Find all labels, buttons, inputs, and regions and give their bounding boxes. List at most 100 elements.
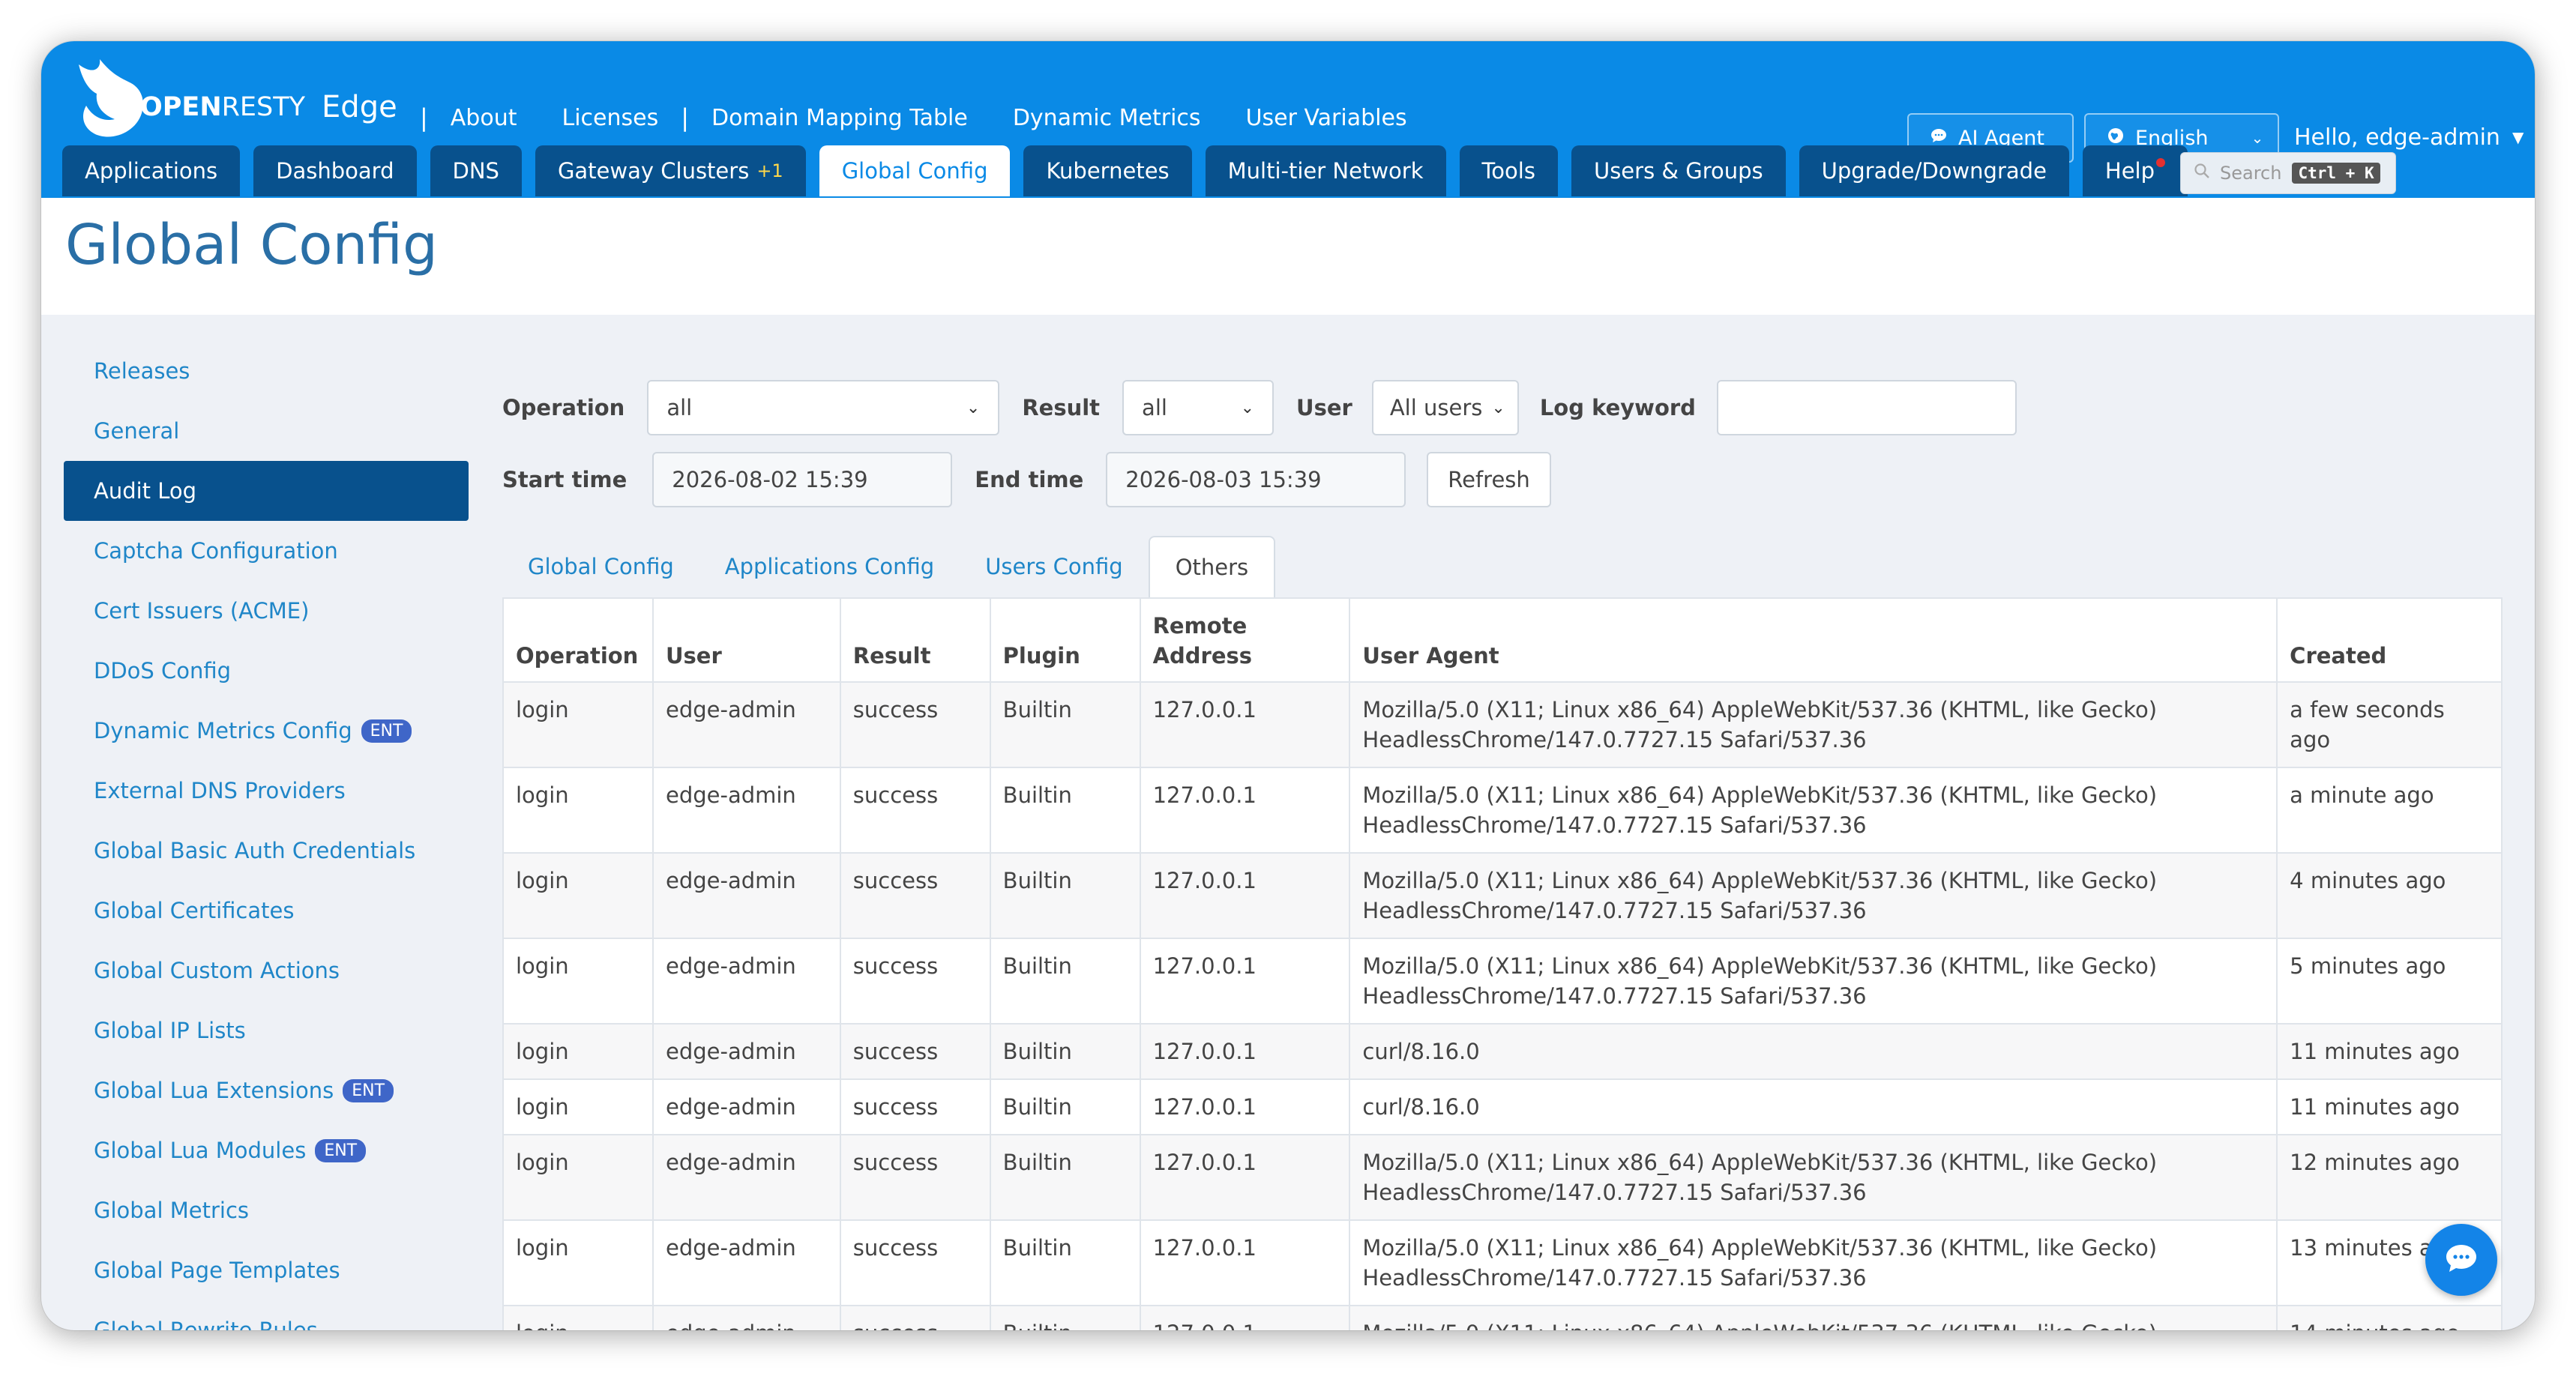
sidebar-item-label: Global Page Templates (94, 1258, 340, 1283)
tab-upgrade-downgrade[interactable]: Upgrade/Downgrade (1799, 145, 2069, 196)
cell-operation: login (502, 852, 654, 939)
search-box[interactable]: Search Ctrl + K (2180, 152, 2396, 194)
cell-remote-address: 127.0.0.1 (1139, 681, 1351, 768)
tab-label: Gateway Clusters (557, 158, 750, 184)
nav-licenses[interactable]: Licenses (562, 105, 658, 131)
tab-global-config[interactable]: Global Config (819, 145, 1011, 196)
tab-dns[interactable]: DNS (430, 145, 522, 196)
tab-gateway-clusters[interactable]: Gateway Clusters +1 (535, 145, 806, 196)
start-time-input[interactable]: 2026-08-02 15:39 (652, 452, 953, 507)
sidebar-item-dynamic-metrics-config[interactable]: Dynamic Metrics Config ENT (64, 701, 469, 761)
sidebar-item-label: Global Basic Auth Credentials (94, 838, 416, 863)
cell-created: 11 minutes ago (2276, 1023, 2503, 1080)
ent-badge: ENT (315, 1138, 367, 1162)
end-time-input[interactable]: 2026-08-03 15:39 (1106, 452, 1406, 507)
user-greeting: Hello, edge-admin (2294, 124, 2500, 151)
result-select[interactable]: all ⌄ (1122, 380, 1275, 435)
cell-plugin: Builtin (989, 767, 1141, 854)
operation-select[interactable]: all ⌄ (647, 380, 1000, 435)
subtab-users-config[interactable]: Users Config (960, 536, 1148, 597)
table-row: loginedge-adminsuccessBuiltin127.0.0.1Mo… (502, 1134, 2503, 1221)
chat-icon (2443, 1240, 2479, 1279)
column-header-user-agent[interactable]: User Agent (1349, 597, 2278, 683)
sidebar-item-global-metrics[interactable]: Global Metrics (64, 1180, 469, 1240)
subtab-global-config[interactable]: Global Config (502, 536, 699, 597)
sidebar-item-global-lua-modules[interactable]: Global Lua Modules ENT (64, 1120, 469, 1180)
caret-down-icon: ▼ (2512, 128, 2524, 146)
sidebar-item-captcha-configuration[interactable]: Captcha Configuration (64, 521, 469, 581)
cell-user-agent: Mozilla/5.0 (X11; Linux x86_64) AppleWeb… (1349, 1219, 2278, 1306)
column-header-created[interactable]: Created (2276, 597, 2503, 683)
tab-applications[interactable]: Applications (62, 145, 241, 196)
cell-remote-address: 127.0.0.1 (1139, 938, 1351, 1025)
sidebar-item-general[interactable]: General (64, 401, 469, 461)
sidebar-item-global-custom-actions[interactable]: Global Custom Actions (64, 941, 469, 1001)
sidebar-item-global-certificates[interactable]: Global Certificates (64, 881, 469, 941)
tab-tools[interactable]: Tools (1459, 145, 1558, 196)
subtab-applications-config[interactable]: Applications Config (699, 536, 960, 597)
cell-remote-address: 127.0.0.1 (1139, 1078, 1351, 1135)
user-select[interactable]: All users ⌄ (1371, 380, 1519, 435)
sidebar-item-label: Global Certificates (94, 898, 295, 923)
notification-dot (2156, 158, 2166, 167)
tab-help[interactable]: Help (2082, 145, 2188, 196)
sidebar-item-ddos-config[interactable]: DDoS Config (64, 641, 469, 701)
tab-label: Kubernetes (1046, 158, 1170, 184)
tab-badge: +1 (756, 160, 783, 181)
sidebar-item-releases[interactable]: Releases (64, 341, 469, 401)
sidebar-item-global-page-templates[interactable]: Global Page Templates (64, 1240, 469, 1300)
chevron-down-icon: ⌄ (1491, 398, 1505, 417)
tab-users-groups[interactable]: Users & Groups (1571, 145, 1786, 196)
log-keyword-input[interactable] (1716, 380, 2017, 435)
cell-operation: login (502, 767, 654, 854)
column-header-result[interactable]: Result (839, 597, 991, 683)
nav-dynamic-metrics[interactable]: Dynamic Metrics (1013, 105, 1201, 131)
column-header-plugin[interactable]: Plugin (989, 597, 1141, 683)
nav-about[interactable]: About (451, 105, 517, 131)
tab-dashboard[interactable]: Dashboard (253, 145, 417, 196)
table-header-row: Operation User Result Plugin Remote Addr… (502, 597, 2503, 683)
cell-user: edge-admin (651, 1219, 841, 1306)
cell-plugin: Builtin (989, 1219, 1141, 1306)
sidebar-item-cert-issuers[interactable]: Cert Issuers (ACME) (64, 581, 469, 641)
logo[interactable]: OPENRESTY Edge (64, 47, 397, 152)
sidebar-item-audit-log[interactable]: Audit Log (64, 461, 469, 521)
table-body: login edge-admin success Builtin 127.0.0.1 Mo… (502, 681, 2503, 1330)
column-header-remote-address[interactable]: Remote Address (1139, 597, 1351, 683)
filter-row-2: Start time 2026-08-02 15:39 End time 202… (502, 451, 1551, 508)
cell-user-agent: Mozilla/5.0 (X11; Linux x86_64) AppleWeb… (1349, 681, 2278, 768)
column-header-operation[interactable]: Operation (502, 597, 654, 683)
sidebar-item-global-ip-lists[interactable]: Global IP Lists (64, 1001, 469, 1060)
sidebar-item-global-rewrite-rules[interactable]: Global Rewrite Rules (64, 1300, 469, 1330)
user-value: All users (1389, 395, 1483, 420)
sidebar-item-global-basic-auth-credentials[interactable]: Global Basic Auth Credentials (64, 821, 469, 881)
nav-user-variables[interactable]: User Variables (1246, 105, 1407, 131)
cell-user-agent: Mozilla/5.0 (X11; Linux x86_64) AppleWeb… (1349, 852, 2278, 939)
tab-label: Applications (85, 158, 218, 184)
column-header-user[interactable]: User (651, 597, 841, 683)
chevron-down-icon: ⌄ (1240, 398, 1255, 417)
cell-operation: login (502, 938, 654, 1025)
product-name: Edge (322, 90, 397, 124)
result-value: all (1142, 395, 1167, 420)
header: OPENRESTY Edge | About Licenses | Domain… (41, 41, 2535, 198)
page-title: Global Config (65, 213, 439, 277)
table-row: login edge-admin success Builtin 127.0.0.1 cu… (502, 1078, 2503, 1135)
tab-multi-tier-network[interactable]: Multi-tier Network (1205, 145, 1446, 196)
cell-result: success (839, 1078, 991, 1135)
table-row: loginedge-adminsuccessBuiltin127.0.0.1Mo… (502, 852, 2503, 939)
subtab-others[interactable]: Others (1148, 536, 1276, 597)
sidebar-item-label: Global Metrics (94, 1198, 249, 1223)
refresh-button[interactable]: Refresh (1427, 452, 1551, 507)
sidebar-item-external-dns-providers[interactable]: External DNS Providers (64, 761, 469, 821)
sidebar-item-label: Releases (94, 358, 190, 384)
cell-result: success (839, 1134, 991, 1221)
tab-kubernetes[interactable]: Kubernetes (1023, 145, 1192, 196)
chat-widget-button[interactable] (2425, 1224, 2497, 1296)
title-band: Global Config (41, 198, 2535, 315)
cell-plugin: Builtin (989, 938, 1141, 1025)
sidebar-item-global-lua-extensions[interactable]: Global Lua Extensions ENT (64, 1060, 469, 1120)
nav-domain-mapping-table[interactable]: Domain Mapping Table (711, 105, 968, 131)
table-row: loginedge-adminsuccessBuiltin127.0.0.1Mo… (502, 681, 2503, 768)
table-row: login edge-admin success Builtin 127.0.0.1 cu… (502, 1023, 2503, 1080)
